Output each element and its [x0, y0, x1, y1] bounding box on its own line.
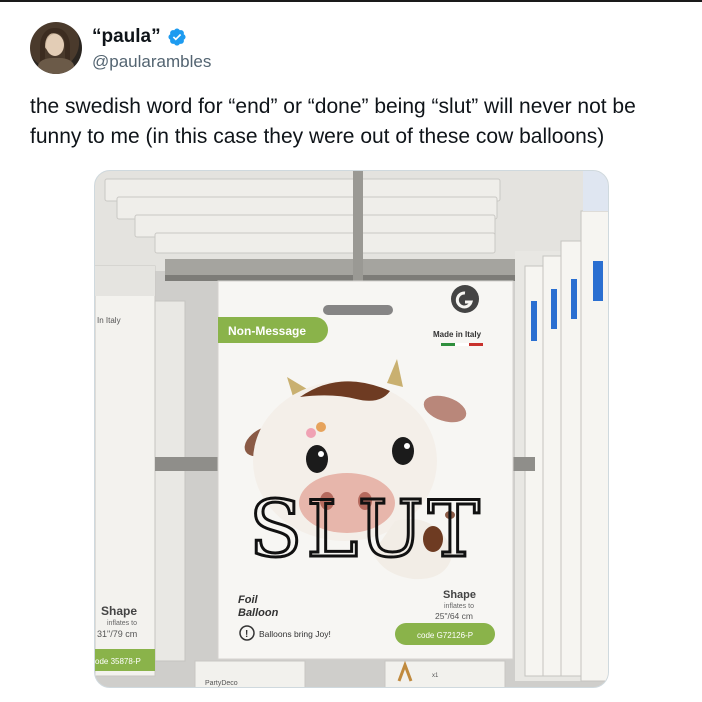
left-italy: In Italy	[97, 316, 121, 325]
joy-text: Balloons bring Joy!	[259, 629, 331, 639]
author-handle[interactable]: @paularambles	[92, 52, 211, 72]
foil-line1: Foil	[238, 594, 258, 606]
verified-badge-icon	[168, 28, 186, 46]
left-inflates: inflates to	[107, 620, 137, 627]
made-in: Made in Italy	[433, 330, 482, 339]
size-main: 25"/64 cm	[435, 611, 473, 621]
foil-line2: Balloon	[238, 607, 279, 619]
svg-text:!: !	[245, 629, 248, 640]
author-name-row[interactable]: “paula”	[92, 26, 187, 48]
top-border	[0, 0, 702, 2]
tweet-photo[interactable]: SLUT Non-Message Made in Italy Foil Ball…	[94, 170, 609, 688]
left-size: 31"/79 cm	[97, 629, 137, 639]
left-code: ode 35878-P	[95, 657, 141, 666]
tag-x1: x1	[432, 673, 439, 679]
inflates-label: inflates to	[444, 603, 474, 610]
balloon-rack-photo: SLUT Non-Message Made in Italy Foil Ball…	[95, 171, 608, 687]
display-name[interactable]: “paula”	[92, 26, 161, 48]
brand: PartyDeco	[205, 680, 238, 687]
avatar[interactable]	[30, 22, 82, 74]
scrawled-word: SLUT	[249, 485, 484, 575]
left-shape: Shape	[101, 604, 137, 618]
shape-label: Shape	[443, 589, 476, 601]
code-main: code G72126-P	[417, 631, 473, 640]
card-tag: Non-Message	[228, 324, 306, 338]
tweet-text: the swedish word for “end” or “done” bei…	[30, 95, 636, 148]
